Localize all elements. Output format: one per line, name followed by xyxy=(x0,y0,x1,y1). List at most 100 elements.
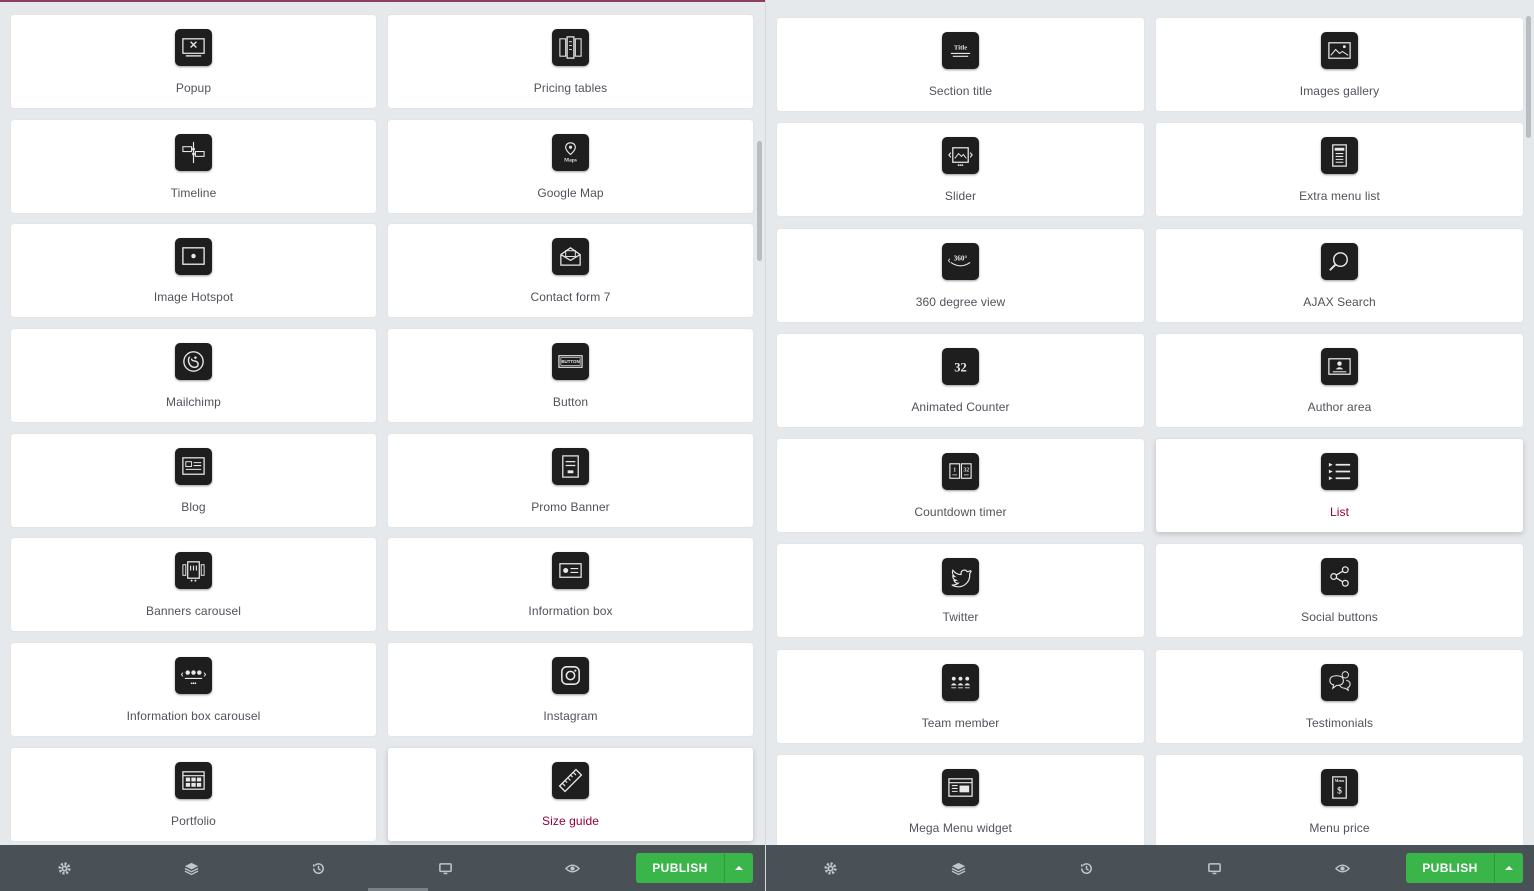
widget-label: Team member xyxy=(921,715,1000,730)
history-icon[interactable] xyxy=(1066,845,1106,891)
widget-label: Pricing tables xyxy=(533,81,608,95)
widget-label: 360 degree view xyxy=(915,294,1006,309)
caret-up-icon xyxy=(735,866,743,870)
widget-instagram[interactable]: Instagram xyxy=(388,643,753,737)
menu-price-icon: Menu $ xyxy=(1321,769,1358,807)
widget-label: Menu price xyxy=(1309,821,1370,836)
settings-icon[interactable] xyxy=(810,845,850,891)
svg-text:Maps: Maps xyxy=(564,157,577,163)
widget-social-buttons[interactable]: Social buttons xyxy=(1156,544,1523,638)
publish-options-button[interactable] xyxy=(725,853,753,883)
widget-button[interactable]: BUTTON Button xyxy=(388,329,753,423)
widget-label: Slider xyxy=(944,189,977,204)
widget-menu-price[interactable]: Menu $ Menu price xyxy=(1156,755,1523,849)
svg-text:$: $ xyxy=(1337,785,1342,796)
widget-testimonials[interactable]: Testimonials xyxy=(1156,649,1523,743)
widget-label: Extra menu list xyxy=(1299,189,1380,204)
widget-author-area[interactable]: Author area xyxy=(1156,333,1523,427)
widget-label: AJAX Search xyxy=(1303,294,1376,309)
widget-label: Contact form 7 xyxy=(530,290,611,305)
widget-label: Section title xyxy=(928,84,993,98)
widget-images-gallery[interactable]: Images gallery xyxy=(1156,18,1523,111)
list-icon xyxy=(1321,453,1358,491)
instagram-icon xyxy=(552,657,589,695)
publish-options-button[interactable] xyxy=(1495,853,1523,883)
pricing-tables-icon xyxy=(552,29,589,66)
widget-slider[interactable]: Slider xyxy=(777,123,1144,217)
svg-text:360°: 360° xyxy=(954,254,968,262)
countdown-timer-icon: 1 32 xyxy=(942,453,979,491)
widget-360-degree-view[interactable]: 360° 360 degree view xyxy=(777,228,1144,322)
widget-section-title[interactable]: Title Section title xyxy=(777,18,1144,111)
widget-information-box-carousel[interactable]: Information box carousel xyxy=(11,643,376,737)
responsive-icon[interactable] xyxy=(1194,845,1234,891)
animated-counter-icon: 32 xyxy=(942,347,979,385)
widget-animated-counter[interactable]: 32 Animated Counter xyxy=(777,333,1144,427)
testimonials-icon xyxy=(1321,663,1358,701)
widget-label: Images gallery xyxy=(1299,84,1380,98)
scrollbar-thumb[interactable] xyxy=(757,141,762,261)
svg-text:32: 32 xyxy=(954,360,967,374)
widget-label: Information box xyxy=(528,604,613,619)
widget-promo-banner[interactable]: Promo Banner xyxy=(388,433,753,527)
publish-button-group: PUBLISH xyxy=(636,853,753,883)
widget-label: Button xyxy=(552,395,589,410)
layers-icon[interactable] xyxy=(171,845,211,891)
publish-button[interactable]: PUBLISH xyxy=(1406,853,1495,883)
widget-popup[interactable]: Popup xyxy=(11,15,376,108)
banners-carousel-icon xyxy=(175,552,212,590)
widget-mega-menu-widget[interactable]: Mega Menu widget xyxy=(777,755,1144,849)
history-icon[interactable] xyxy=(298,845,338,891)
widget-banners-carousel[interactable]: Banners carousel xyxy=(11,538,376,632)
settings-icon[interactable] xyxy=(44,845,84,891)
promo-banner-icon xyxy=(552,447,589,485)
preview-icon[interactable] xyxy=(552,845,592,891)
popup-icon xyxy=(175,29,212,66)
widget-grid-right: Title Section title Images gallery Slider Ex… xyxy=(777,18,1523,849)
scrollbar-thumb[interactable] xyxy=(1526,16,1531,138)
mega-menu-widget-icon xyxy=(942,769,979,807)
publish-button[interactable]: PUBLISH xyxy=(636,853,725,883)
widget-portfolio[interactable]: Portfolio xyxy=(11,747,376,841)
widget-size-guide[interactable]: Size guide xyxy=(388,747,753,841)
widget-blog[interactable]: Blog xyxy=(11,433,376,527)
twitter-icon xyxy=(942,558,979,596)
widget-label: Author area xyxy=(1307,399,1372,414)
widget-countdown-timer[interactable]: 1 32 Countdown timer xyxy=(777,439,1144,533)
widget-contact-form[interactable]: Contact form 7 xyxy=(388,224,753,318)
team-member-icon xyxy=(942,663,979,701)
panel-top-border xyxy=(0,0,765,2)
widget-mailchimp[interactable]: Mailchimp xyxy=(11,329,376,423)
widget-team-member[interactable]: Team member xyxy=(777,649,1144,743)
widget-label: Google Map xyxy=(537,185,604,200)
widget-label: Twitter xyxy=(942,610,979,625)
widget-information-box[interactable]: Information box xyxy=(388,538,753,632)
widget-label: Testimonials xyxy=(1305,715,1374,730)
widget-label: Timeline xyxy=(170,185,217,200)
widget-label: Mega Menu widget xyxy=(909,821,1012,836)
publish-button-group: PUBLISH xyxy=(1406,853,1523,883)
layers-icon[interactable] xyxy=(938,845,978,891)
widget-timeline[interactable]: Timeline xyxy=(11,119,376,213)
widget-list[interactable]: List xyxy=(1156,439,1523,533)
widget-label: Banners carousel xyxy=(146,604,241,619)
widget-image-hotspot[interactable]: Image Hotspot xyxy=(11,224,376,318)
preview-icon[interactable] xyxy=(1322,845,1362,891)
slider-icon xyxy=(942,137,979,175)
widget-pricing-tables[interactable]: Pricing tables xyxy=(388,15,753,108)
widget-extra-menu-list[interactable]: Extra menu list xyxy=(1156,123,1523,217)
widget-label: Popup xyxy=(175,81,212,95)
widget-label: Blog xyxy=(181,499,206,514)
360-degree-view-icon: 360° xyxy=(942,242,979,280)
widget-label: Mailchimp xyxy=(166,395,221,410)
section-title-icon: Title xyxy=(942,32,979,69)
information-box-carousel-icon xyxy=(175,657,212,695)
widget-google-map[interactable]: Maps Google Map xyxy=(388,119,753,213)
responsive-icon[interactable] xyxy=(425,845,465,891)
caret-up-icon xyxy=(1505,866,1513,870)
information-box-icon xyxy=(552,552,589,590)
widget-twitter[interactable]: Twitter xyxy=(777,544,1144,638)
widget-label: Size guide xyxy=(541,813,600,828)
author-area-icon xyxy=(1321,347,1358,385)
widget-ajax-search[interactable]: AJAX Search xyxy=(1156,228,1523,322)
